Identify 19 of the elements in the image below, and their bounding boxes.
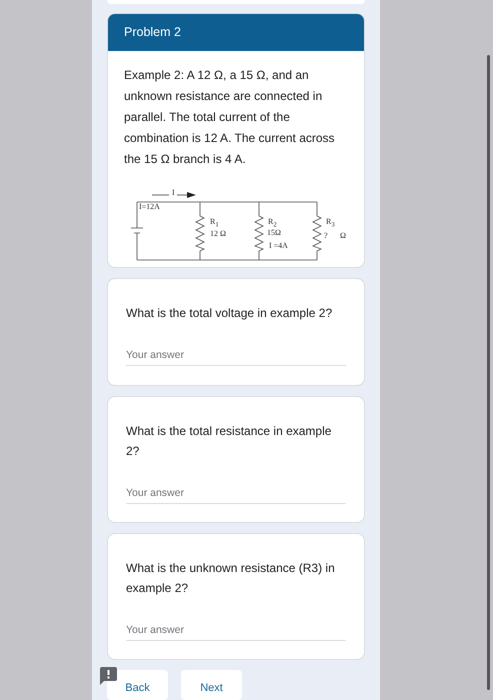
- circuit-label: I=12A: [139, 202, 160, 211]
- circuit-label: R$_{2}$: [268, 218, 277, 229]
- nav-button[interactable]: Back: [107, 670, 168, 700]
- circuit-label: ?: [324, 232, 328, 240]
- circuit-label: I: [172, 188, 175, 197]
- circuit-label: Ω: [340, 232, 346, 240]
- section-title: Problem 2: [124, 24, 181, 39]
- nav-button[interactable]: Next: [181, 670, 242, 700]
- circuit-label: 12 Ω: [210, 230, 226, 238]
- question-text: What is the total resistance in example 2?: [126, 423, 332, 460]
- circuit-label: 15Ω: [267, 228, 281, 237]
- circuit-label: I =4A: [269, 242, 288, 250]
- question-text: What is the total voltage in example 2?: [126, 305, 334, 322]
- problem-text: Example 2: A 12 Ω, a 15 Ω, and an unknown resistance are connected in parallel. The total current of the combination is 12 A. The current across the 15 Ω branch is 4 A.: [124, 66, 336, 168]
- question-text: What is the unknown resistance (R3) in example 2?: [126, 560, 336, 598]
- scrollbar[interactable]: [487, 55, 490, 690]
- circuit-label: R$_{1}$: [210, 218, 219, 229]
- circuit-label: R$_{3}$: [326, 218, 335, 229]
- feedback-icon[interactable]: [99, 667, 117, 686]
